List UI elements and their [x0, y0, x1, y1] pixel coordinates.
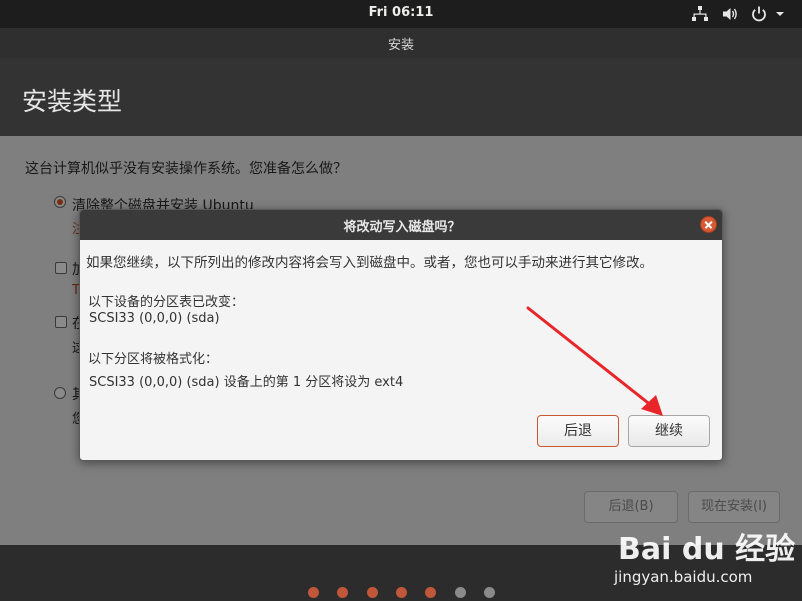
partition-table-heading: 以下设备的分区表已改变： [88, 295, 245, 310]
dialog-titlebar: 将改动写入磁盘吗？ [80, 210, 722, 240]
format-item: SCSI33 (0,0,0) (sda) 设备上的第 1 分区将设为 ext4 [89, 375, 404, 390]
progress-step-dot [367, 587, 378, 598]
progress-step-dot [337, 587, 348, 598]
option-4-radio[interactable] [54, 387, 66, 399]
progress-step-dot [396, 587, 407, 598]
install-now-button[interactable]: 现在安装(I) [688, 491, 780, 523]
volume-icon[interactable] [721, 5, 739, 23]
progress-step-dot [425, 587, 436, 598]
question-text: 这台计算机似乎没有安装操作系统。您准备怎么做？ [25, 161, 347, 177]
watermark-url: jingyan.baidu.com [614, 568, 753, 586]
window-title: 安装 [387, 38, 414, 53]
back-button[interactable]: 后退(B) [584, 491, 678, 523]
chevron-down-icon[interactable] [775, 9, 785, 19]
power-icon[interactable] [750, 5, 768, 23]
option-2-checkbox[interactable] [55, 262, 67, 274]
watermark-brand: Bai du 经验 [618, 532, 796, 567]
top-bar: Fri 06:11 [0, 0, 802, 28]
clock[interactable]: Fri 06:11 [0, 5, 802, 20]
partition-table-device: SCSI33 (0,0,0) (sda) [89, 311, 220, 326]
progress-step-dot [484, 587, 495, 598]
dialog-continue-button[interactable]: 继续 [628, 415, 710, 447]
dialog-message: 如果您继续，以下所列出的修改内容将会写入到磁盘中。或者，您也可以手动来进行其它修… [86, 255, 653, 271]
page-title: 安装类型 [22, 87, 123, 116]
network-icon[interactable] [691, 5, 709, 23]
progress-step-dot [308, 587, 319, 598]
write-changes-dialog: 将改动写入磁盘吗？ 如果您继续，以下所列出的修改内容将会写入到磁盘中。或者，您也… [79, 209, 723, 461]
page-header: 安装类型 [0, 58, 802, 136]
progress-step-dot [455, 587, 466, 598]
option-3-checkbox[interactable] [55, 316, 67, 328]
dialog-title: 将改动写入磁盘吗？ [343, 220, 461, 235]
baidu-watermark: Bai du 经验 jingyan.baidu.com [606, 520, 796, 590]
close-icon[interactable] [700, 216, 717, 233]
window-titlebar: 安装 [0, 28, 802, 58]
dialog-back-button[interactable]: 后退 [537, 415, 619, 447]
format-heading: 以下分区将被格式化： [88, 352, 219, 367]
option-erase-disk-radio[interactable] [54, 196, 66, 208]
